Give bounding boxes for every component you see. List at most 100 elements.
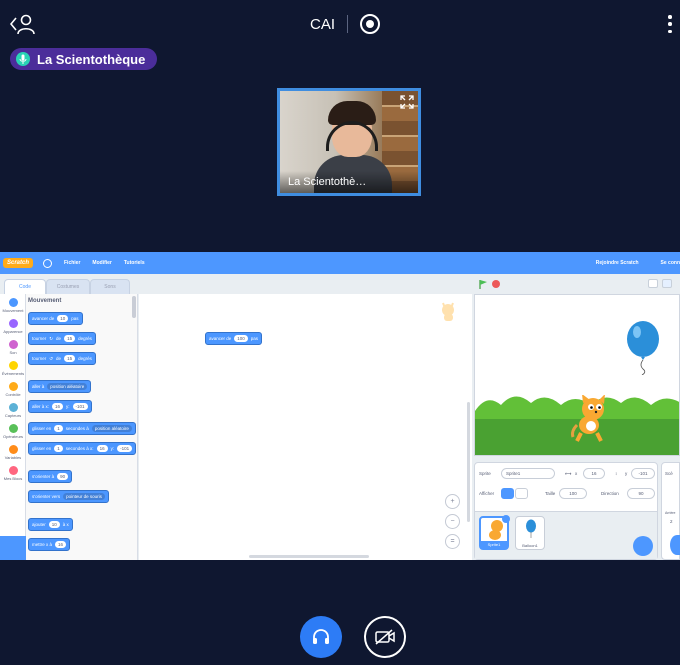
sprite-label: Sprite [479, 471, 491, 476]
tab-code[interactable]: Code [4, 279, 46, 294]
menu-tutorials[interactable]: Tutoriels [124, 260, 145, 266]
video-toggle-button[interactable] [364, 616, 406, 658]
backdrops-count: 2 [670, 519, 673, 524]
block-go-to[interactable]: aller à position aléatoire [28, 380, 92, 393]
delete-sprite-icon[interactable] [502, 515, 510, 523]
backdrops-label: Arrière [665, 511, 676, 515]
sprite-watermark-cat-icon [437, 300, 459, 322]
record-icon[interactable] [360, 14, 381, 34]
balloon-sprite[interactable] [625, 321, 661, 375]
block-move-steps[interactable]: avancer de 10 pas [28, 312, 83, 325]
cat-sprite[interactable] [569, 395, 611, 443]
sprite-thumb-label: Balloon1 [522, 543, 538, 548]
palette-section-title: Mouvement [28, 298, 62, 304]
join-scratch-link[interactable]: Rejoindre Scratch [596, 260, 639, 266]
category-color-dot [8, 424, 18, 433]
green-flag-icon[interactable] [479, 280, 487, 289]
sign-in-link[interactable]: Se conn [661, 260, 680, 266]
show-sprite-eye-icon[interactable] [501, 488, 514, 499]
size-input[interactable]: 100 [559, 488, 587, 499]
size-label: Taille [545, 491, 556, 496]
category-evenements[interactable]: Événements [0, 361, 26, 376]
headphones-icon [313, 629, 329, 644]
category-label: Contrôle [5, 392, 21, 397]
script-vertical-scrollbar[interactable] [467, 402, 470, 522]
direction-label: Direction [601, 491, 619, 496]
sprite-name-input[interactable]: Sprite1 [501, 468, 555, 479]
title-divider [347, 15, 349, 33]
category-mouvement[interactable]: Mouvement [0, 298, 26, 313]
back-profile-icon[interactable] [9, 12, 36, 36]
y-arrow-icon: ↕ [615, 471, 618, 476]
category-label: Capteurs [4, 413, 22, 418]
fullscreen-expand-icon[interactable] [400, 95, 414, 109]
block-point-towards[interactable]: s'orienter vers pointeur de souris [28, 490, 109, 503]
category-son[interactable]: Son [0, 340, 26, 355]
category-controle[interactable]: Contrôle [0, 382, 26, 397]
script-horizontal-scrollbar[interactable] [249, 555, 369, 558]
category-operateurs[interactable]: Opérateurs [0, 424, 26, 439]
add-sprite-cat-icon[interactable] [633, 536, 653, 556]
category-label: Mes Blocs [3, 476, 23, 481]
block-glide-xy[interactable]: glisser en 1 secondes à x: 16 y: -101 [28, 442, 137, 455]
tab-costumes[interactable]: Costumes [46, 279, 90, 294]
camera-off-icon [375, 629, 395, 645]
category-apparence[interactable]: Apparence [0, 319, 26, 334]
block-turn-right[interactable]: tourner ↻ de 15 degrés [28, 332, 96, 345]
balloon-thumb-icon [526, 519, 536, 538]
block-categories: Mes Blocs Variables Opérateurs Capteurs Cont… [0, 294, 26, 560]
category-capteurs[interactable]: Capteurs [0, 403, 26, 418]
category-label: Son [9, 350, 17, 355]
block-glide-to[interactable]: glisser en 1 secondes à position aléatoire [28, 422, 136, 435]
category-mes-blocs[interactable]: Mes Blocs [0, 466, 26, 481]
palette-scrollbar[interactable] [132, 296, 136, 318]
active-speaker-pill: La Scientothèque [10, 48, 158, 70]
block-turn-left[interactable]: tourner ↺ de 15 degrés [28, 352, 96, 365]
x-input[interactable]: 16 [583, 468, 605, 479]
block-go-to-xy[interactable]: aller à x: 16 y: -101 [28, 400, 92, 413]
audio-button[interactable] [300, 616, 342, 658]
small-stage-icon[interactable] [648, 279, 658, 288]
scratch-logo[interactable]: Scratch [3, 258, 33, 268]
hide-sprite-eye-icon[interactable] [515, 488, 528, 499]
sprite-info-panel: Sprite Sprite1 ⟷ x 16 ↕ y -101 Afficher … [474, 462, 658, 560]
sprite-thumb-balloon1[interactable]: Balloon1 [515, 516, 545, 550]
script-block-move[interactable]: avancer de 100 pas [205, 332, 263, 345]
tab-sounds[interactable]: Sons [90, 279, 130, 294]
block-point-direction[interactable]: s'orienter à 90 [28, 470, 73, 483]
script-area[interactable]: avancer de 100 pas + − = [139, 294, 472, 560]
language-globe-icon[interactable] [43, 258, 52, 268]
meeting-top-bar: CAI [0, 0, 680, 48]
zoom-in-button[interactable]: + [445, 494, 460, 509]
zoom-reset-button[interactable]: = [445, 534, 460, 549]
stage-panel-title: Scè [665, 471, 673, 476]
category-color-dot [8, 382, 18, 391]
zoom-out-button[interactable]: − [445, 514, 460, 529]
block-set-x[interactable]: mettre x à 16 [28, 538, 71, 551]
stage-header [472, 274, 680, 294]
more-vertical-icon[interactable] [664, 15, 676, 33]
category-variables[interactable]: Variables [0, 445, 26, 460]
category-color-dot [8, 445, 18, 454]
large-stage-icon[interactable] [662, 279, 672, 288]
scratch-menu-bar: Scratch Fichier Modifier Tutoriels Rejoi… [0, 252, 680, 274]
menu-file[interactable]: Fichier [64, 260, 80, 266]
participant-video-tile[interactable]: La Scientothè… [277, 88, 421, 196]
direction-input[interactable]: 90 [627, 488, 655, 499]
meeting-title: CAI [310, 15, 336, 33]
sprite-thumb-sprite1[interactable]: Sprite1 [479, 515, 510, 550]
category-label: Apparence [3, 329, 23, 334]
block-palette: Mouvement avancer de 10 pas tourner ↻ de 15 de… [26, 294, 138, 560]
add-backdrop-icon[interactable] [670, 535, 680, 555]
show-label: Afficher [479, 491, 495, 496]
stop-icon[interactable] [492, 280, 500, 288]
sprite-thumb-label: Sprite1 [481, 541, 507, 548]
category-label: Événements [1, 371, 25, 376]
menu-edit[interactable]: Modifier [92, 260, 111, 266]
add-extension-button[interactable] [0, 536, 26, 560]
microphone-icon [16, 52, 30, 66]
y-input[interactable]: -101 [631, 468, 655, 479]
block-change-x[interactable]: ajouter 10 à x [28, 518, 73, 531]
category-color-dot [8, 403, 18, 412]
stage-canvas[interactable] [474, 294, 680, 456]
